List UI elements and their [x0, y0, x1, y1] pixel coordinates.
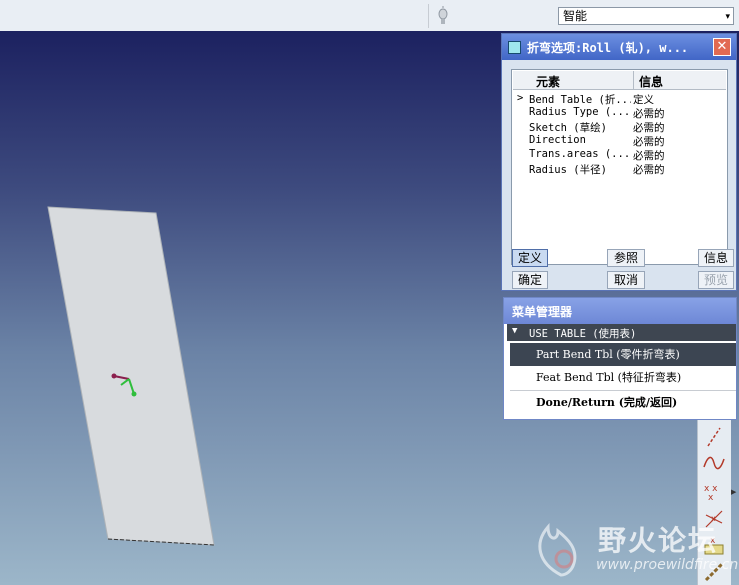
menu-item-label: Done/Return (完成/返回): [536, 396, 678, 409]
dialog-titlebar[interactable]: 折弯选项:Roll (轧), w... ✕: [502, 34, 736, 60]
list-row[interactable]: Radius Type (... 必需的: [513, 106, 726, 120]
menu-manager-titlebar: 菜单管理器: [504, 298, 736, 324]
window-icon: [508, 41, 521, 54]
watermark-title: 野火论坛: [598, 524, 719, 557]
datum-axis-icon[interactable]: [702, 425, 726, 449]
row-element-name: Trans.areas (...: [529, 148, 631, 160]
top-toolbar: 智能 ▾: [0, 0, 739, 32]
menu-item-label: Feat Bend Tbl (特征折弯表): [536, 371, 682, 384]
menu-section-label: USE TABLE (使用表): [529, 328, 637, 340]
list-header: 元素 信息: [513, 71, 726, 90]
flyout-arrow-icon[interactable]: ▶: [731, 488, 736, 496]
row-info: 必需的: [633, 122, 665, 134]
smart-filter-select[interactable]: 智能 ▾: [558, 7, 734, 25]
list-row[interactable]: Trans.areas (... 必需的: [513, 148, 726, 162]
row-info: 定义: [633, 94, 654, 106]
toolbar-separator: [428, 4, 429, 28]
forum-watermark: 野火论坛 www.proewildfire.cn: [526, 517, 739, 583]
row-element-name: Radius Type (...: [529, 106, 631, 118]
sheet-metal-surface: [47, 206, 215, 546]
list-row[interactable]: Direction 必需的: [513, 134, 726, 148]
column-divider: [633, 71, 634, 89]
column-header-element: 元素: [536, 75, 561, 89]
row-element-name: Sketch (草绘): [529, 122, 607, 134]
list-row[interactable]: Sketch (草绘) 必需的: [513, 120, 726, 134]
close-icon[interactable]: ✕: [713, 38, 731, 56]
menu-item-feat-bend-table[interactable]: Feat Bend Tbl (特征折弯表): [510, 366, 736, 389]
bend-options-dialog: 折弯选项:Roll (轧), w... ✕ 元素 信息 > Bend Table…: [501, 33, 737, 291]
row-info: 必需的: [633, 108, 665, 120]
preview-button[interactable]: 预览: [698, 271, 734, 289]
info-button[interactable]: 信息: [698, 249, 734, 267]
list-row[interactable]: > Bend Table (折... 定义: [513, 92, 726, 106]
chevron-down-icon[interactable]: ▾: [725, 9, 730, 25]
collapse-triangle-icon[interactable]: ▼: [512, 326, 517, 336]
svg-text:x: x: [708, 493, 714, 503]
column-header-info: 信息: [639, 75, 664, 89]
row-element-name: Radius (半径): [529, 164, 607, 176]
menu-manager-title: 菜单管理器: [512, 305, 573, 319]
define-button[interactable]: 定义: [512, 249, 548, 267]
dialog-title: 折弯选项:Roll (轧), w...: [527, 41, 689, 55]
bulb-icon[interactable]: [434, 5, 452, 27]
datum-points-icon[interactable]: x x x: [702, 479, 726, 503]
filter-value: 智能: [563, 9, 588, 23]
cancel-button[interactable]: 取消: [607, 271, 645, 289]
menu-section-use-table[interactable]: ▼ USE TABLE (使用表): [507, 324, 736, 341]
row-info: 必需的: [633, 150, 665, 162]
list-row[interactable]: Radius (半径) 必需的: [513, 162, 726, 176]
menu-manager: 菜单管理器 ▼ USE TABLE (使用表) Part Bend Tbl (零…: [503, 297, 737, 420]
flame-logo-icon: [538, 523, 577, 577]
row-element-name: Direction: [529, 134, 586, 146]
element-list[interactable]: 元素 信息 > Bend Table (折... 定义 Radius Type …: [511, 69, 728, 265]
menu-item-label: Part Bend Tbl (零件折弯表): [536, 348, 680, 361]
curve-icon[interactable]: [702, 451, 726, 475]
reference-button[interactable]: 参照: [607, 249, 645, 267]
ok-button[interactable]: 确定: [512, 271, 548, 289]
row-info: 必需的: [633, 136, 665, 148]
watermark-url: www.proewildfire.cn: [596, 557, 739, 573]
row-info: 必需的: [633, 164, 665, 176]
menu-item-done-return[interactable]: Done/Return (完成/返回): [510, 391, 736, 414]
current-row-marker: >: [517, 92, 524, 104]
row-element-name: Bend Table (折...: [529, 94, 631, 106]
menu-item-part-bend-table[interactable]: Part Bend Tbl (零件折弯表): [510, 343, 736, 366]
